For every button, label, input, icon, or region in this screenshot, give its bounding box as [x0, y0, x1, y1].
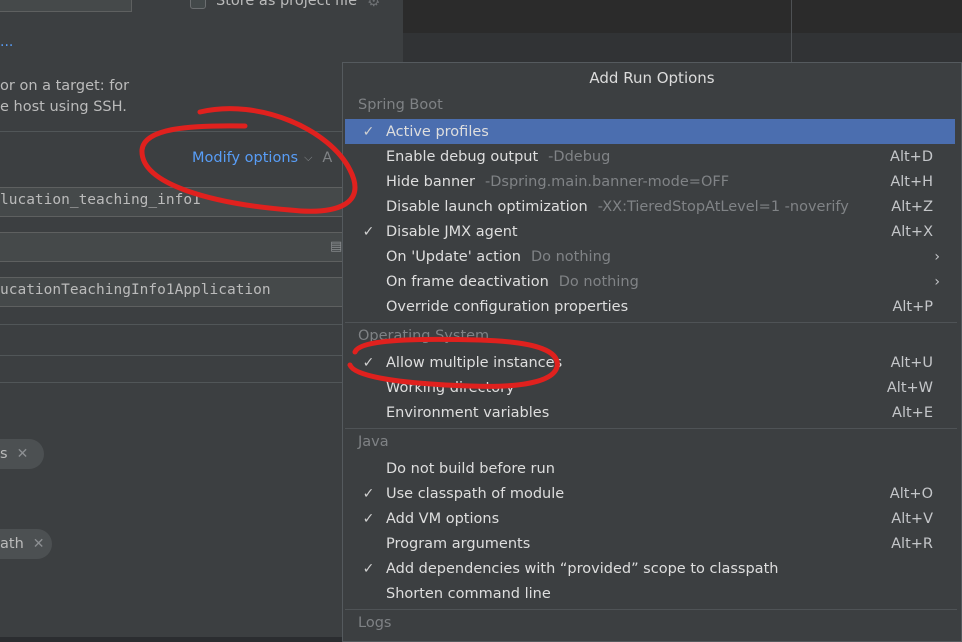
- annotation-circle-allow-multiple: [347, 336, 560, 389]
- annotation-circle-modify-options: [139, 106, 358, 214]
- annotation-overlay: [139, 106, 560, 389]
